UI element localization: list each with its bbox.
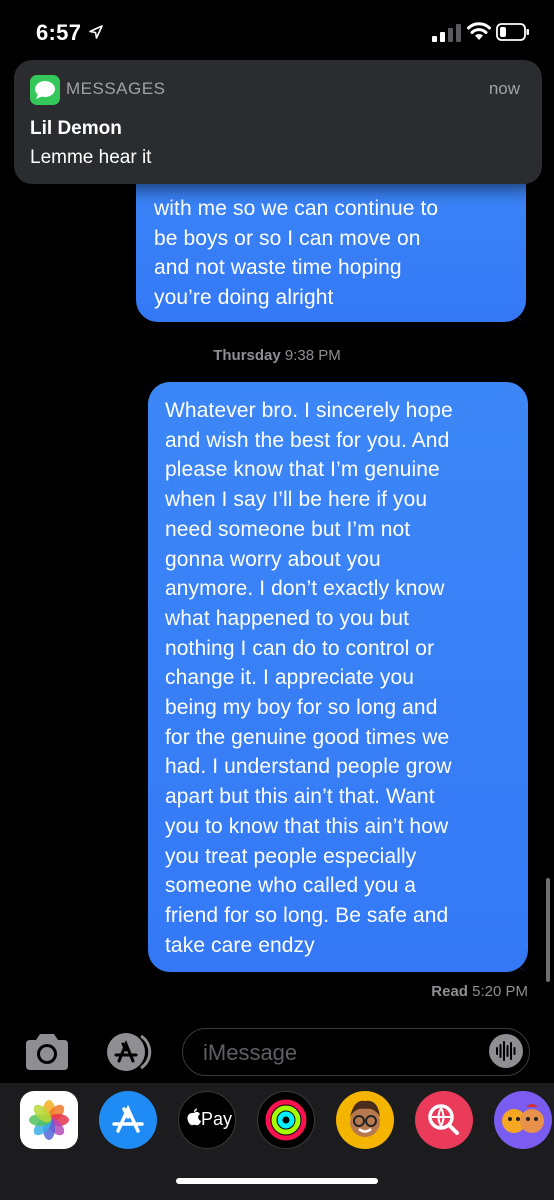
- memoji-app-icon[interactable]: [336, 1091, 394, 1149]
- read-time: 5:20 PM: [472, 983, 528, 1000]
- photos-app-icon[interactable]: [20, 1091, 78, 1149]
- status-time: 6:57: [36, 20, 82, 45]
- waveform-icon: [496, 1041, 516, 1061]
- camera-icon[interactable]: [22, 1030, 72, 1074]
- timestamp-day: Thursday: [213, 347, 281, 364]
- battery-icon: [496, 23, 529, 41]
- animoji-app-icon[interactable]: [494, 1091, 552, 1149]
- messages-app-icon: [30, 75, 60, 105]
- wifi-icon: [467, 22, 491, 40]
- read-receipt: Read 5:20 PM: [431, 983, 528, 1000]
- status-bar: 6:57: [0, 0, 554, 62]
- app-store-apps-icon[interactable]: [104, 1032, 154, 1072]
- audio-message-button[interactable]: [489, 1034, 523, 1068]
- scroll-indicator[interactable]: [546, 878, 550, 982]
- timestamp-time: 9:38 PM: [284, 347, 341, 364]
- message-timestamp: Thursday 9:38 PM: [0, 347, 554, 364]
- notification-sender: Lil Demon: [30, 118, 122, 139]
- notification-app-name: MESSAGES: [66, 79, 166, 98]
- bubble-tail: [514, 956, 536, 973]
- notification-body: Lemme hear it: [30, 147, 152, 168]
- location-arrow-icon: [89, 25, 103, 39]
- sent-message-bubble[interactable]: Whatever bro. I sincerely hope and wish …: [148, 382, 528, 972]
- activity-app-icon[interactable]: [257, 1091, 315, 1149]
- apple-pay-label: Pay: [201, 1109, 233, 1129]
- notification-banner[interactable]: MESSAGES now Lil Demon Lemme hear it: [14, 60, 542, 184]
- home-indicator[interactable]: [176, 1178, 378, 1184]
- bubble-tail: [512, 306, 534, 323]
- app-store-app-icon[interactable]: [99, 1091, 157, 1149]
- notification-time: now: [488, 79, 520, 98]
- imessage-placeholder: iMessage: [203, 1040, 298, 1065]
- images-search-app-icon[interactable]: [415, 1091, 473, 1149]
- read-label: Read: [431, 983, 468, 1000]
- apple-pay-app-icon[interactable]: Pay: [178, 1091, 236, 1149]
- imessage-input[interactable]: iMessage: [182, 1028, 530, 1076]
- cellular-signal-icon: [432, 24, 461, 42]
